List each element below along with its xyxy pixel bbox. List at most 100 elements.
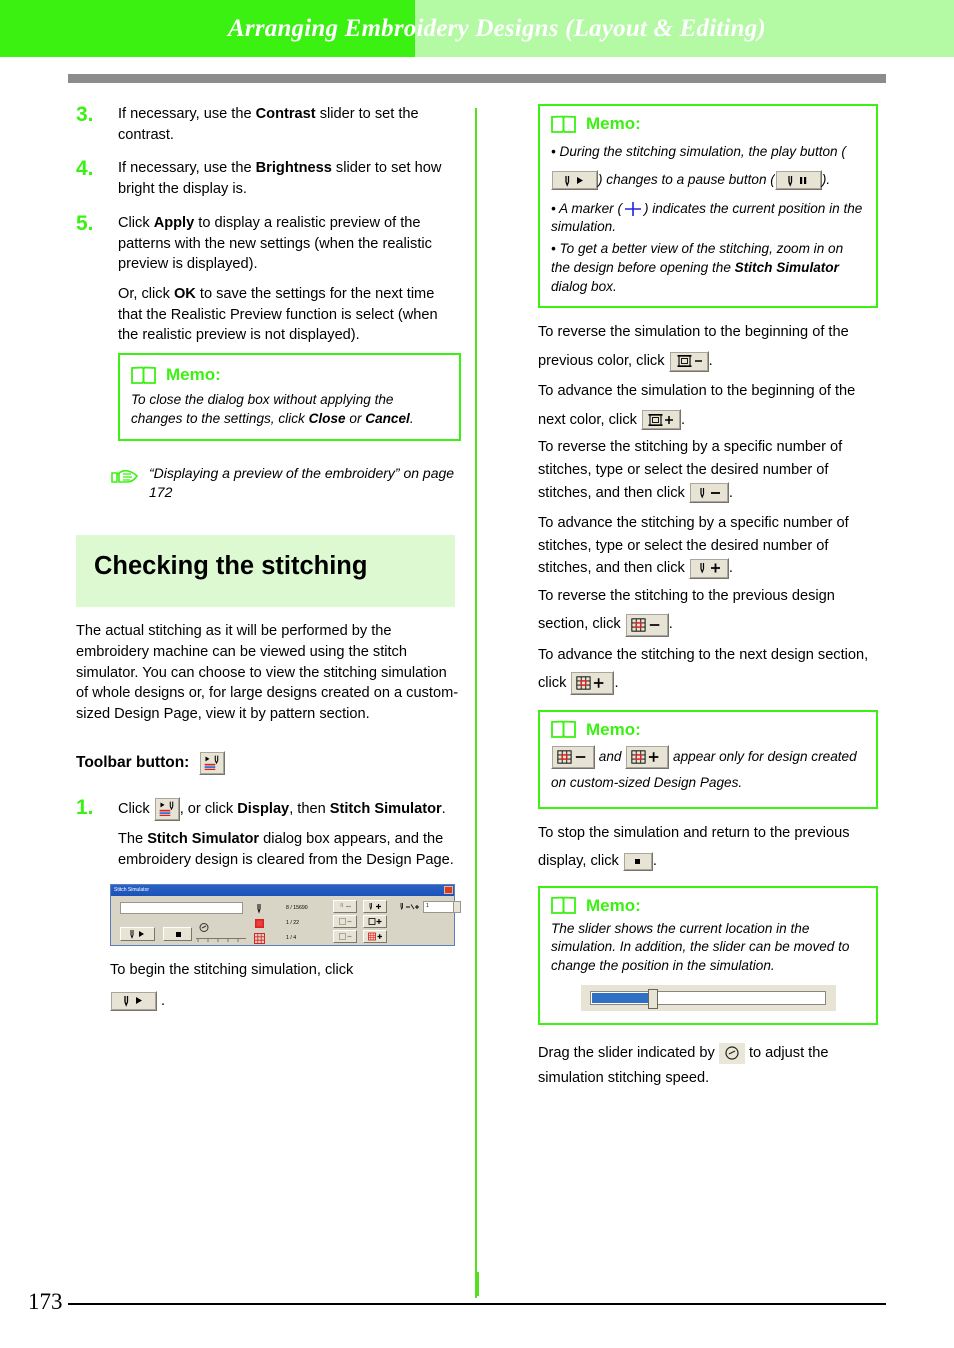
section-counter: 1 / 4 (286, 934, 297, 941)
memo-bullet3-b: dialog box. (551, 278, 617, 294)
step1-text-b: , or click (179, 800, 238, 817)
memo-header: Memo: (551, 896, 865, 916)
close-icon[interactable] (444, 886, 453, 895)
stitch-count-input[interactable]: 1 (423, 900, 461, 913)
step-number: 4. (76, 157, 94, 181)
spool-minus-button[interactable] (668, 350, 709, 372)
memo-header: Memo: (131, 363, 448, 387)
design-section-icon (254, 931, 265, 946)
stitch-count-spinner[interactable]: 1 (399, 900, 461, 913)
instruction-reverse-stitches: To reverse the stitching by a specific n… (538, 436, 878, 504)
memo-box-custom-pages: Memo: and appear only for design created… (538, 709, 878, 809)
column-divider (475, 108, 477, 1298)
step-1: 1. Click , or click Display, then Stitch… (76, 796, 461, 871)
memo-body: The slider shows the current location in… (551, 920, 865, 1011)
spinner-arrows[interactable] (453, 901, 460, 912)
memo-bullet3-bold: Stitch Simulator (734, 259, 839, 275)
section-minus-button[interactable] (333, 929, 357, 943)
instruction-advance-stitches: To advance the stitching by a specific n… (538, 512, 878, 580)
footer-divider-tick (477, 1272, 479, 1296)
play-button-inline[interactable] (110, 990, 157, 1011)
pointing-hand-icon (110, 467, 139, 487)
step5-text-a: Click (118, 214, 154, 231)
instruction-period: . (728, 484, 733, 501)
stitch-simulator-toolbar-icon[interactable] (199, 750, 226, 775)
minus-button-column (333, 899, 357, 945)
progress-slider-track[interactable] (120, 901, 243, 914)
begin-simulation-button-row: . (110, 990, 461, 1012)
stop-button-inline[interactable] (622, 851, 653, 871)
crosshair-marker-icon (622, 201, 644, 217)
step5-bold-ok: OK (173, 286, 196, 303)
section-minus-button-icon[interactable] (551, 745, 595, 770)
slider-fill (591, 992, 648, 1003)
book-icon (551, 115, 576, 134)
stop-text-a: To stop the simulation and return to the… (538, 824, 850, 870)
toolbar-button-label: Toolbar button: (76, 753, 190, 771)
stop-button[interactable] (163, 926, 192, 941)
begin-period: . (161, 992, 166, 1009)
stop-text-b: . (652, 853, 657, 870)
color-plus-button[interactable] (363, 914, 387, 928)
section-intro-paragraph: The actual stitching as it will be perfo… (76, 623, 459, 723)
page-title: Arranging Embroidery Designs (Layout & E… (228, 14, 766, 42)
memo-title: Memo: (166, 365, 221, 385)
page-header: Arranging Embroidery Designs (Layout & E… (0, 0, 954, 57)
stitch-counter: 8 / 15690 (286, 904, 308, 911)
memo-body: and appear only for design created on cu… (551, 744, 865, 797)
instruction-period: . (728, 560, 733, 577)
section-plus-button[interactable] (570, 671, 615, 696)
pause-button-icon[interactable] (774, 170, 822, 191)
instruction-prev-section: To reverse the stitching to the previous… (538, 582, 878, 639)
spool-icon (254, 916, 265, 931)
instruction-period: . (668, 616, 673, 633)
step1-text-d: . (441, 800, 446, 817)
slider-screenshot (580, 984, 836, 1011)
color-counter: 1 / 22 (286, 919, 299, 926)
stitch-minus-button[interactable] (333, 899, 357, 913)
section-minus-button[interactable] (624, 612, 669, 637)
color-minus-button[interactable] (333, 914, 357, 928)
speed-slider-knob[interactable] (199, 919, 209, 932)
slider-thumb[interactable] (647, 988, 658, 1009)
needle-icon (254, 901, 265, 916)
step1-text-e: The (118, 831, 148, 848)
play-button-icon[interactable] (551, 170, 598, 191)
spool-plus-button[interactable] (641, 409, 682, 431)
begin-simulation-text: To begin the stitching simulation, click (110, 961, 354, 978)
plus-button-column (363, 899, 387, 945)
left-column: 3. If necessary, use the Contrast slider… (76, 103, 461, 1019)
speed-knob-icon[interactable] (718, 1042, 745, 1064)
play-button[interactable] (120, 926, 155, 941)
stitch-plus-button[interactable] (363, 899, 387, 913)
instruction-period: . (708, 352, 713, 369)
page-number: 173 (28, 1289, 63, 1314)
memo-bullet1-c: ). (821, 171, 831, 187)
section-plus-button[interactable] (363, 929, 387, 943)
cross-reference[interactable]: “Displaying a preview of the embroidery”… (110, 464, 461, 502)
memo-title: Memo: (586, 114, 641, 133)
section-plus-button-icon[interactable] (625, 745, 670, 770)
begin-simulation-block: To begin the stitching simulation, click… (110, 960, 461, 1011)
speed-slider-track[interactable] (196, 929, 246, 942)
dialog-body: 8 / 15690 1 / 22 1 / 4 1 (111, 896, 461, 946)
step4-text-a: If necessary, use the (118, 160, 256, 177)
step3-bold-contrast: Contrast (255, 106, 316, 122)
needle-plus-button[interactable] (688, 557, 729, 579)
stitch-simulator-icon-inline[interactable] (153, 797, 180, 822)
instruction-next-color: To advance the simulation to the beginni… (538, 377, 878, 434)
instruction-period: . (681, 411, 686, 428)
memo-bullet2-a: A marker ( (559, 200, 622, 216)
memo-body: To close the dialog box without applying… (131, 391, 448, 429)
memo-box-slider: Memo: The slider shows the current locat… (538, 885, 878, 1025)
step1-bold-display: Display (237, 800, 290, 817)
memo-title: Memo: (586, 719, 641, 739)
step1-text-c: , then (289, 800, 330, 817)
cross-reference-text: “Displaying a preview of the embroidery”… (149, 464, 455, 500)
instruction-text: To reverse the stitching to the previous… (538, 587, 835, 633)
step-3: 3. If necessary, use the Contrast slider… (76, 103, 461, 145)
needle-minus-button[interactable] (688, 482, 729, 504)
memo3-text: The slider shows the current location in… (551, 920, 850, 974)
needle-plus-minus-icon (400, 902, 419, 911)
dialog-titlebar: Stitch Simulator (111, 884, 454, 896)
